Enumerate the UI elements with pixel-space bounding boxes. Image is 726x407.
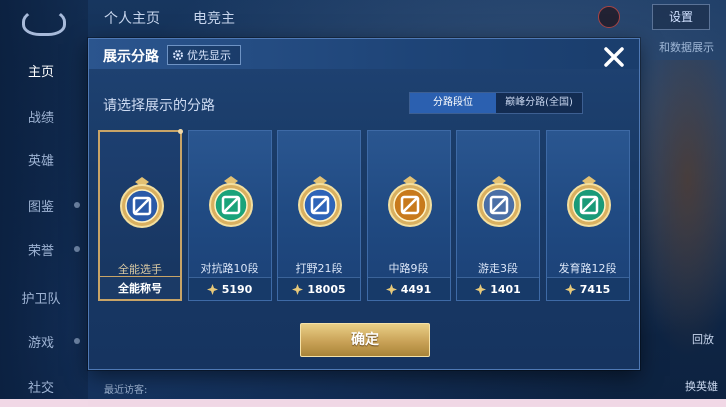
lane-card-footer: 5190 (188, 277, 271, 300)
lane-card-name: 全能选手 (118, 263, 162, 276)
recent-visitors: 最近访客: (104, 385, 148, 396)
lane-card[interactable]: 发育路12段 7415 (545, 130, 630, 301)
lane-card-value: 4491 (400, 282, 432, 296)
power-icon (475, 283, 487, 295)
roam-badge-icon (475, 175, 523, 231)
bottom-strip (0, 399, 726, 407)
nav-dot (74, 246, 80, 252)
lane-card-value: 1401 (490, 282, 521, 296)
lane-type-toggle: 分路段位 巅峰分路(全国) (409, 92, 583, 114)
replay-label[interactable]: 回放 (692, 331, 714, 347)
lane-card-footer: 7415 (546, 277, 629, 300)
lane-card-footer: 18005 (278, 277, 360, 300)
lane-card[interactable]: 打野21段 18005 (277, 130, 361, 301)
lane-card-name: 打野21段 (295, 262, 343, 275)
power-icon (292, 283, 304, 295)
nav-item-honor[interactable]: 荣誉 (0, 240, 82, 259)
settings-button[interactable]: 设置 (652, 4, 710, 30)
vip-avatar-icon[interactable] (598, 6, 620, 28)
nav-dot (74, 338, 80, 344)
dialog-subtitle: 请选择展示的分路 (103, 98, 215, 114)
priority-display-label: 优先显示 (187, 49, 231, 62)
clash-lane-badge-icon (207, 175, 255, 231)
lane-display-dialog: 展示分路 优先显示 请选择展示的分路 分路段位 巅峰分路(全国) 全能选手全能称… (88, 38, 640, 370)
dialog-header: 展示分路 优先显示 (89, 39, 639, 69)
lane-card-footer: 1401 (457, 277, 539, 300)
nav-item-games[interactable]: 游戏 (0, 332, 82, 351)
lane-card-name: 游走3段 (478, 262, 518, 275)
tab-profile[interactable]: 个人主页 (104, 8, 160, 28)
close-icon[interactable] (601, 44, 627, 70)
jungle-badge-icon (296, 175, 344, 231)
data-display-caption: 和数据展示 (659, 41, 714, 54)
lane-card-name: 发育路12段 (558, 262, 617, 275)
back-logo-icon[interactable] (22, 8, 66, 36)
lane-card-value: 5190 (221, 282, 253, 296)
lane-card-value: 18005 (307, 282, 346, 296)
left-nav: 主页 战绩 英雄 图鉴 荣誉 护卫队 游戏 社交 (0, 0, 88, 399)
hero-figure (630, 60, 726, 360)
lane-card[interactable]: 全能选手 全能称号 (98, 129, 183, 301)
power-icon (564, 283, 576, 295)
nav-item-social[interactable]: 社交 (0, 377, 82, 396)
switch-hero-label[interactable]: 换英雄 (685, 378, 718, 394)
nav-item-record[interactable]: 战绩 (0, 107, 82, 126)
tab-lane-rank[interactable]: 分路段位 (410, 93, 496, 113)
priority-display-button[interactable]: 优先显示 (167, 45, 241, 65)
lane-card-value: 全能称号 (118, 282, 162, 295)
power-icon (385, 283, 397, 295)
lane-card[interactable]: 对抗路10段 5190 (187, 130, 272, 301)
top-bar: 个人主页 电竞主 设置 (88, 0, 726, 38)
mid-lane-badge-icon (386, 175, 434, 231)
tab-esports[interactable]: 电竞主 (193, 8, 235, 28)
gear-icon (173, 50, 183, 60)
lane-card[interactable]: 中路9段 4491 (366, 130, 451, 301)
allround-badge-icon (118, 176, 166, 232)
power-icon (206, 283, 218, 295)
lane-card-value: 7415 (579, 282, 611, 296)
selected-indicator (178, 129, 183, 134)
lane-card-footer: 4491 (367, 277, 450, 300)
nav-item-heroes[interactable]: 英雄 (0, 150, 82, 169)
confirm-button[interactable]: 确定 (300, 323, 430, 357)
dialog-title: 展示分路 (103, 49, 159, 65)
farm-lane-badge-icon (565, 175, 613, 231)
lane-card-name: 中路9段 (388, 262, 429, 275)
nav-dot (74, 202, 80, 208)
lane-card-name: 对抗路10段 (200, 262, 259, 275)
lane-card[interactable]: 游走3段 1401 (456, 130, 540, 301)
nav-item-codex[interactable]: 图鉴 (0, 196, 82, 215)
lane-card-footer: 全能称号 (100, 276, 180, 299)
nav-item-home[interactable]: 主页 (0, 61, 82, 80)
nav-item-guard[interactable]: 护卫队 (0, 288, 82, 307)
tab-peak-lane[interactable]: 巅峰分路(全国) (496, 93, 582, 113)
